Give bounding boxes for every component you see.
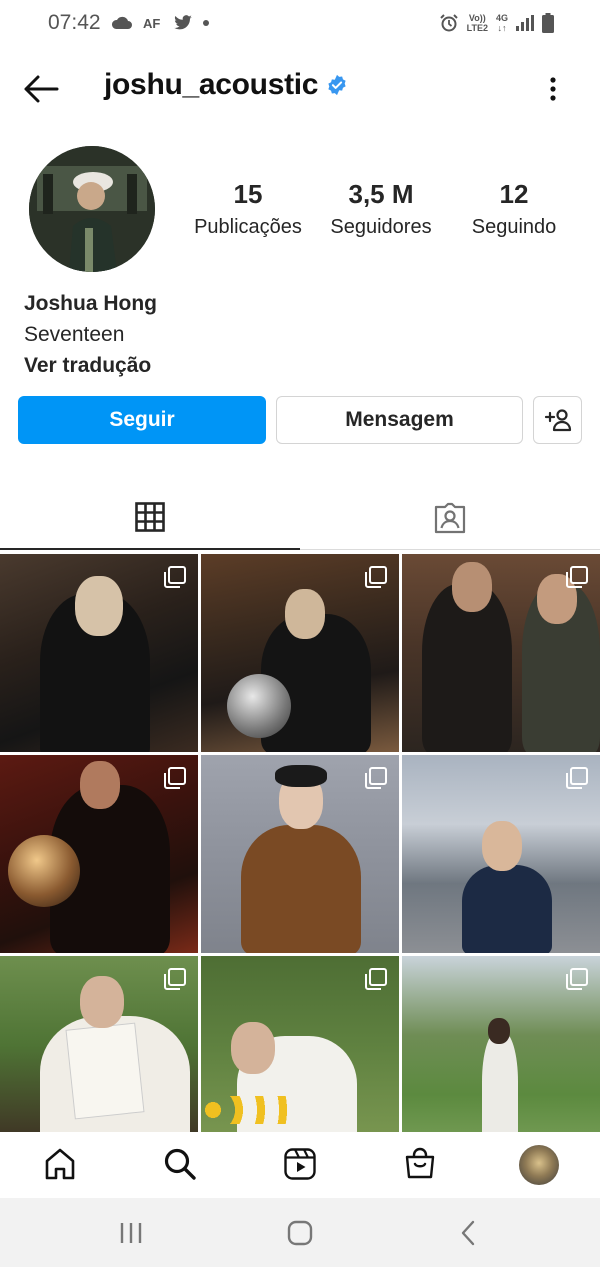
tab-posts[interactable] <box>0 486 300 550</box>
post-thumbnail[interactable] <box>201 554 399 752</box>
multiple-photos-icon <box>365 767 387 789</box>
display-name: Joshua Hong <box>24 292 158 315</box>
nav-search[interactable] <box>162 1146 198 1182</box>
username: joshu_acoustic <box>104 68 319 101</box>
data-arrows: ↓↑ <box>497 23 507 33</box>
status-left: 07:42 AF <box>48 11 209 35</box>
stat-followers[interactable]: 3,5 M Seguidores <box>315 176 447 242</box>
network-label: LTE2 <box>466 23 488 33</box>
stat-following[interactable]: 12 Seguindo <box>448 176 580 242</box>
add-user-icon <box>544 409 571 432</box>
stat-followers-value: 3,5 M <box>348 179 414 209</box>
more-vertical-icon <box>550 77 556 101</box>
reels-icon <box>284 1148 316 1180</box>
stat-followers-label: Seguidores <box>330 216 432 238</box>
see-translation-link[interactable]: Ver tradução <box>24 350 157 381</box>
profile-header: joshu_acoustic <box>0 60 600 118</box>
volte-label: Vo)) <box>468 13 486 23</box>
multiple-photos-icon <box>365 968 387 990</box>
multiple-photos-icon <box>566 767 588 789</box>
post-thumbnail[interactable] <box>0 554 198 752</box>
multiple-photos-icon <box>566 968 588 990</box>
system-navigation <box>0 1198 600 1267</box>
post-thumbnail[interactable] <box>402 755 600 953</box>
back-button[interactable] <box>22 74 60 104</box>
system-home-button[interactable] <box>283 1216 317 1250</box>
nav-profile[interactable] <box>518 1144 560 1186</box>
profile-bio: Joshua Hong Seventeen Ver tradução <box>24 288 157 381</box>
data-label: 4G <box>495 13 508 23</box>
back-icon <box>461 1220 475 1246</box>
alarm-icon <box>439 13 459 33</box>
post-thumbnail[interactable] <box>201 755 399 953</box>
grid-icon <box>135 502 165 532</box>
message-button[interactable]: Mensagem <box>276 396 523 444</box>
more-options-button[interactable] <box>544 74 562 104</box>
follow-button[interactable]: Seguir <box>18 396 266 444</box>
verified-badge-icon <box>328 74 346 96</box>
profile-stats: 15 Publicações 3,5 M Seguidores 12 Segui… <box>180 176 580 246</box>
username-wrap: joshu_acoustic <box>104 68 348 102</box>
posts-grid <box>0 554 600 1132</box>
multiple-photos-icon <box>566 566 588 588</box>
signal-icon <box>516 15 534 31</box>
profile-tabs <box>0 486 600 550</box>
arrow-left-icon <box>24 75 59 103</box>
profile-avatar[interactable] <box>29 146 155 272</box>
suggested-users-button[interactable] <box>533 396 582 444</box>
recent-apps-button[interactable] <box>114 1216 148 1250</box>
status-bar: 07:42 AF Vo)) LTE2 4G ↓↑ <box>0 0 600 46</box>
post-thumbnail[interactable] <box>0 956 198 1132</box>
post-thumbnail[interactable] <box>402 554 600 752</box>
post-thumbnail[interactable] <box>201 956 399 1132</box>
tagged-user-icon <box>434 502 466 534</box>
tab-tagged[interactable] <box>300 486 600 550</box>
stat-posts[interactable]: 15 Publicações <box>182 176 314 242</box>
data-icon: 4G ↓↑ <box>496 13 508 33</box>
avatar-photo <box>29 146 155 272</box>
shop-icon <box>405 1147 435 1179</box>
stat-posts-label: Publicações <box>194 216 302 238</box>
recent-apps-icon <box>120 1223 142 1243</box>
stat-following-value: 12 <box>499 179 529 209</box>
stat-posts-value: 15 <box>233 179 263 209</box>
system-back-button[interactable] <box>451 1216 485 1250</box>
profile-avatar-small <box>519 1145 559 1185</box>
post-thumbnail[interactable] <box>402 956 600 1132</box>
notification-dot <box>202 20 209 26</box>
app-notification-icon: AF <box>143 15 163 31</box>
status-time: 07:42 <box>48 11 101 34</box>
multiple-photos-icon <box>164 767 186 789</box>
status-right: Vo)) LTE2 4G ↓↑ <box>439 13 554 33</box>
multiple-photos-icon <box>365 566 387 588</box>
multiple-photos-icon <box>164 566 186 588</box>
bottom-navigation <box>0 1132 600 1198</box>
home-icon <box>45 1148 75 1180</box>
home-button-icon <box>287 1220 313 1246</box>
search-icon <box>164 1148 196 1180</box>
bio-text: Seventeen <box>24 323 125 346</box>
twitter-icon <box>173 15 193 31</box>
nav-shop[interactable] <box>402 1146 438 1182</box>
nav-reels[interactable] <box>282 1146 318 1182</box>
battery-icon <box>542 13 554 33</box>
svg-text:AF: AF <box>143 16 160 31</box>
volte-icon: Vo)) LTE2 <box>467 13 488 33</box>
nav-home[interactable] <box>42 1146 78 1182</box>
post-thumbnail[interactable] <box>0 755 198 953</box>
cloud-icon <box>111 16 133 30</box>
stat-following-label: Seguindo <box>471 216 557 238</box>
multiple-photos-icon <box>164 968 186 990</box>
